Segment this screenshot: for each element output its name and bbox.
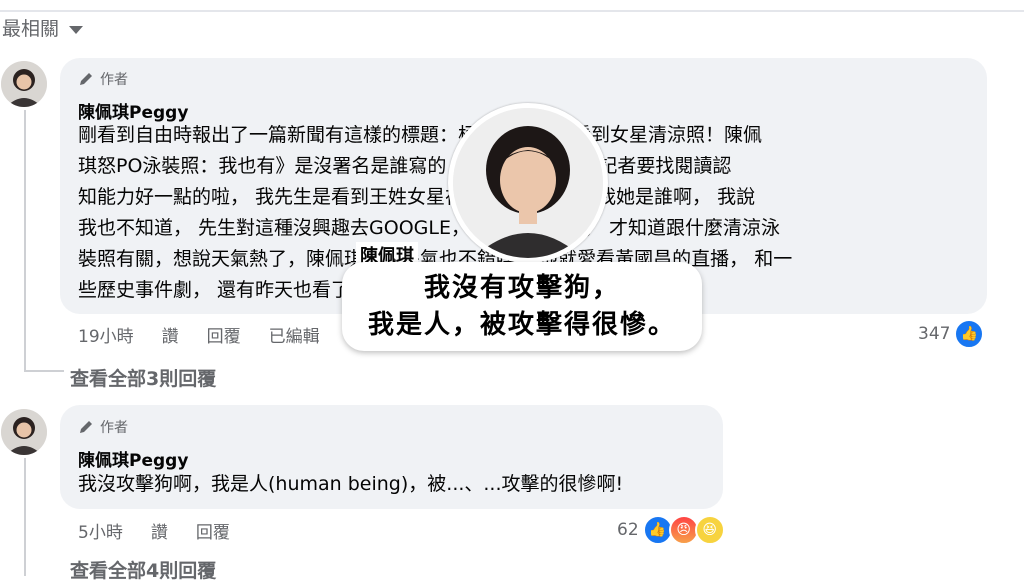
- reaction-count: 62: [617, 520, 639, 540]
- thread-connector: [24, 370, 64, 372]
- like-icon: 👍: [954, 319, 985, 349]
- reaction-summary[interactable]: 347 👍: [918, 319, 985, 349]
- edited-label[interactable]: 已編輯: [269, 322, 320, 347]
- reply-button[interactable]: 回覆: [196, 518, 230, 543]
- commenter-name[interactable]: 陳佩琪Peggy: [78, 446, 188, 471]
- comment-actions: 5小時 讚 回覆: [78, 518, 230, 543]
- author-tag: 作者: [78, 417, 128, 437]
- comment-actions: 19小時 讚 回覆 已編輯: [78, 322, 320, 347]
- chevron-down-icon: [69, 25, 84, 34]
- top-divider: [0, 10, 1024, 12]
- comment-text: 我沒攻擊狗啊，我是人(human being)，被...、...攻擊的很慘啊!: [78, 473, 624, 495]
- comment-bubble: 作者 陳佩琪Peggy 我沒攻擊狗啊，我是人(human being)，被...…: [60, 405, 723, 509]
- pencil-icon: [80, 73, 92, 85]
- caption-line-1: 我沒有攻擊狗，: [423, 272, 620, 303]
- timestamp[interactable]: 19小時: [78, 322, 134, 347]
- thread-line: [24, 110, 26, 372]
- like-button[interactable]: 讚: [162, 322, 179, 347]
- reply-button[interactable]: 回覆: [207, 322, 241, 347]
- sort-dropdown[interactable]: 最相關: [2, 14, 84, 41]
- caption-line-2: 我是人，被攻擊得很慘。: [367, 309, 676, 340]
- reaction-summary[interactable]: 62 👍 😠 😆: [617, 515, 725, 545]
- reaction-count: 347: [918, 324, 951, 344]
- sort-label: 最相關: [2, 18, 60, 40]
- author-tag: 作者: [78, 69, 128, 89]
- author-tag-label: 作者: [100, 72, 128, 88]
- timestamp[interactable]: 5小時: [78, 518, 123, 543]
- news-caption: 我沒有攻擊狗， 我是人，被攻擊得很慘。: [342, 262, 702, 351]
- avatar[interactable]: [1, 61, 47, 107]
- author-tag-label: 作者: [100, 420, 128, 436]
- thread-line: [24, 458, 26, 576]
- view-replies-link[interactable]: 查看全部4則回覆: [70, 556, 216, 583]
- view-replies-link[interactable]: 查看全部3則回覆: [70, 364, 216, 391]
- pencil-icon: [80, 421, 92, 433]
- avatar[interactable]: [1, 409, 47, 455]
- like-button[interactable]: 讚: [151, 518, 168, 543]
- haha-icon: 😆: [694, 515, 725, 545]
- portrait-photo: [448, 103, 608, 263]
